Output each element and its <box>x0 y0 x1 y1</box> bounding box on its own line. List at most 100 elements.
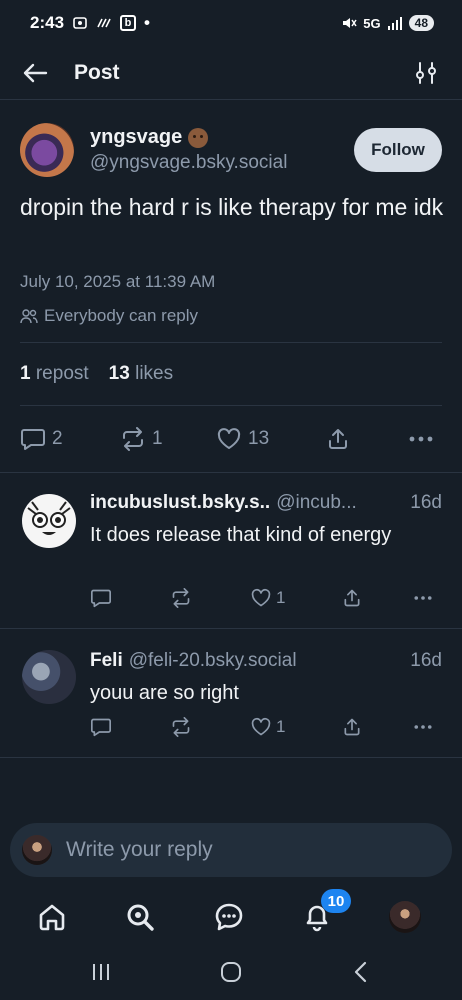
status-bar: 2:43 b • 5G 48 <box>0 0 462 46</box>
reply-repost-button[interactable] <box>170 588 192 608</box>
reply-more-button[interactable] <box>412 595 434 601</box>
tab-chat[interactable] <box>209 897 249 937</box>
bottom-tab-bar <box>0 885 462 945</box>
network-label: 5G <box>363 15 381 31</box>
reply-share-button[interactable] <box>342 717 362 737</box>
screenshot-icon <box>72 15 88 31</box>
people-icon <box>20 309 38 324</box>
reply-like-button[interactable]: 1 <box>250 717 285 737</box>
comment-icon <box>91 718 111 737</box>
recent-apps-button[interactable] <box>86 957 116 987</box>
system-nav-bar <box>0 945 462 1000</box>
reposts-stat[interactable]: 1 repost <box>20 363 89 385</box>
likes-stat[interactable]: 13 likes <box>109 363 173 385</box>
tab-search[interactable] <box>120 897 160 937</box>
my-avatar <box>22 835 52 865</box>
ellipsis-icon <box>409 436 433 442</box>
battery-indicator: 48 <box>408 15 434 31</box>
thread-settings-button[interactable] <box>412 59 440 87</box>
home-circle-icon <box>221 962 241 982</box>
share-button[interactable] <box>326 427 350 451</box>
heart-icon <box>251 717 271 736</box>
post-timestamp: July 10, 2025 at 11:39 AM <box>20 272 216 291</box>
back-button[interactable] <box>22 58 52 88</box>
reply-like-button[interactable]: 1 <box>250 588 285 608</box>
share-icon <box>344 718 360 736</box>
reply-item[interactable]: incubuslust.bsky.s.. @incub... 16d It do… <box>0 492 462 627</box>
reply-button[interactable]: 2 <box>20 427 63 451</box>
post-author: yngsvage @yngsvage.bsky.social Follow <box>0 118 462 182</box>
reply-avatar[interactable] <box>22 650 76 704</box>
cartoon-face-icon <box>23 495 75 547</box>
reply-author-handle[interactable]: @incub... <box>276 492 357 514</box>
repost-icon <box>172 588 190 608</box>
vibrate-icon <box>96 16 112 30</box>
chat-icon <box>215 903 243 931</box>
recent-apps-icon <box>93 964 109 980</box>
reply-actions: 1 <box>90 585 442 611</box>
repost-icon <box>123 427 143 451</box>
back-nav-button[interactable] <box>346 957 376 987</box>
comment-icon <box>91 589 111 608</box>
reply-text: It does release that kind of energy <box>90 524 392 546</box>
home-icon <box>39 904 65 931</box>
reply-more-button[interactable] <box>412 724 434 730</box>
share-icon <box>329 429 347 449</box>
face-emoji-icon <box>188 127 209 148</box>
notifications-badge: 10 <box>321 889 351 913</box>
chevron-left-icon <box>354 961 367 983</box>
divider <box>0 472 462 473</box>
divider <box>20 342 442 343</box>
follow-button[interactable]: Follow <box>354 128 442 172</box>
author-display-name[interactable]: yngsvage <box>90 126 182 149</box>
share-icon <box>344 589 360 607</box>
reply-comment-button[interactable] <box>90 717 112 737</box>
repost-button[interactable]: 1 <box>120 427 163 451</box>
reply-item[interactable]: Feli @feli-20.bsky.social 16d youu are s… <box>0 648 462 756</box>
heart-icon <box>217 428 241 449</box>
reply-author-name[interactable]: Feli <box>90 650 123 672</box>
repost-icon <box>172 717 190 737</box>
page-title: Post <box>74 60 120 84</box>
post-stats: 1 repost 13 likes <box>20 363 173 385</box>
reply-age: 16d <box>410 492 442 513</box>
reply-placeholder: Write your reply <box>66 838 213 861</box>
reply-age: 16d <box>410 650 442 671</box>
reply-text: youu are so right <box>90 682 239 704</box>
tab-home[interactable] <box>32 897 72 937</box>
reply-actions: 1 <box>90 714 442 740</box>
profile-avatar <box>389 901 421 933</box>
arrow-left-icon <box>23 63 48 82</box>
like-button[interactable]: 13 <box>216 427 269 451</box>
signal-icon <box>387 16 403 30</box>
author-handle[interactable]: @yngsvage.bsky.social <box>90 152 287 174</box>
post-text: dropin the hard r is like therapy for me… <box>20 194 444 220</box>
reply-setting[interactable]: Everybody can reply <box>20 306 198 326</box>
divider <box>20 405 442 406</box>
reply-author-handle[interactable]: @feli-20.bsky.social <box>129 650 297 672</box>
search-icon <box>127 904 154 931</box>
comment-icon <box>21 429 45 450</box>
ellipsis-icon <box>414 596 432 600</box>
more-options-button[interactable] <box>408 435 434 443</box>
mute-icon <box>341 15 357 31</box>
status-time: 2:43 <box>30 13 65 32</box>
page-header: Post <box>0 46 462 100</box>
reply-author-name[interactable]: incubuslust.bsky.s.. <box>90 492 270 514</box>
reply-avatar[interactable] <box>22 494 76 548</box>
divider <box>0 757 462 758</box>
ellipsis-icon <box>414 725 432 729</box>
divider <box>0 628 462 629</box>
home-nav-button[interactable] <box>216 957 246 987</box>
bluesky-notify-icon: b <box>120 15 137 31</box>
reply-share-button[interactable] <box>342 588 362 608</box>
author-avatar[interactable] <box>20 123 74 177</box>
reply-comment-button[interactable] <box>90 588 112 608</box>
reply-repost-button[interactable] <box>170 717 192 737</box>
tab-profile[interactable] <box>385 897 425 937</box>
reply-setting-label: Everybody can reply <box>44 306 199 325</box>
reply-composer[interactable]: Write your reply <box>10 823 452 877</box>
heart-icon <box>251 588 271 607</box>
sliders-icon <box>416 61 436 84</box>
dot-icon: • <box>144 13 150 32</box>
